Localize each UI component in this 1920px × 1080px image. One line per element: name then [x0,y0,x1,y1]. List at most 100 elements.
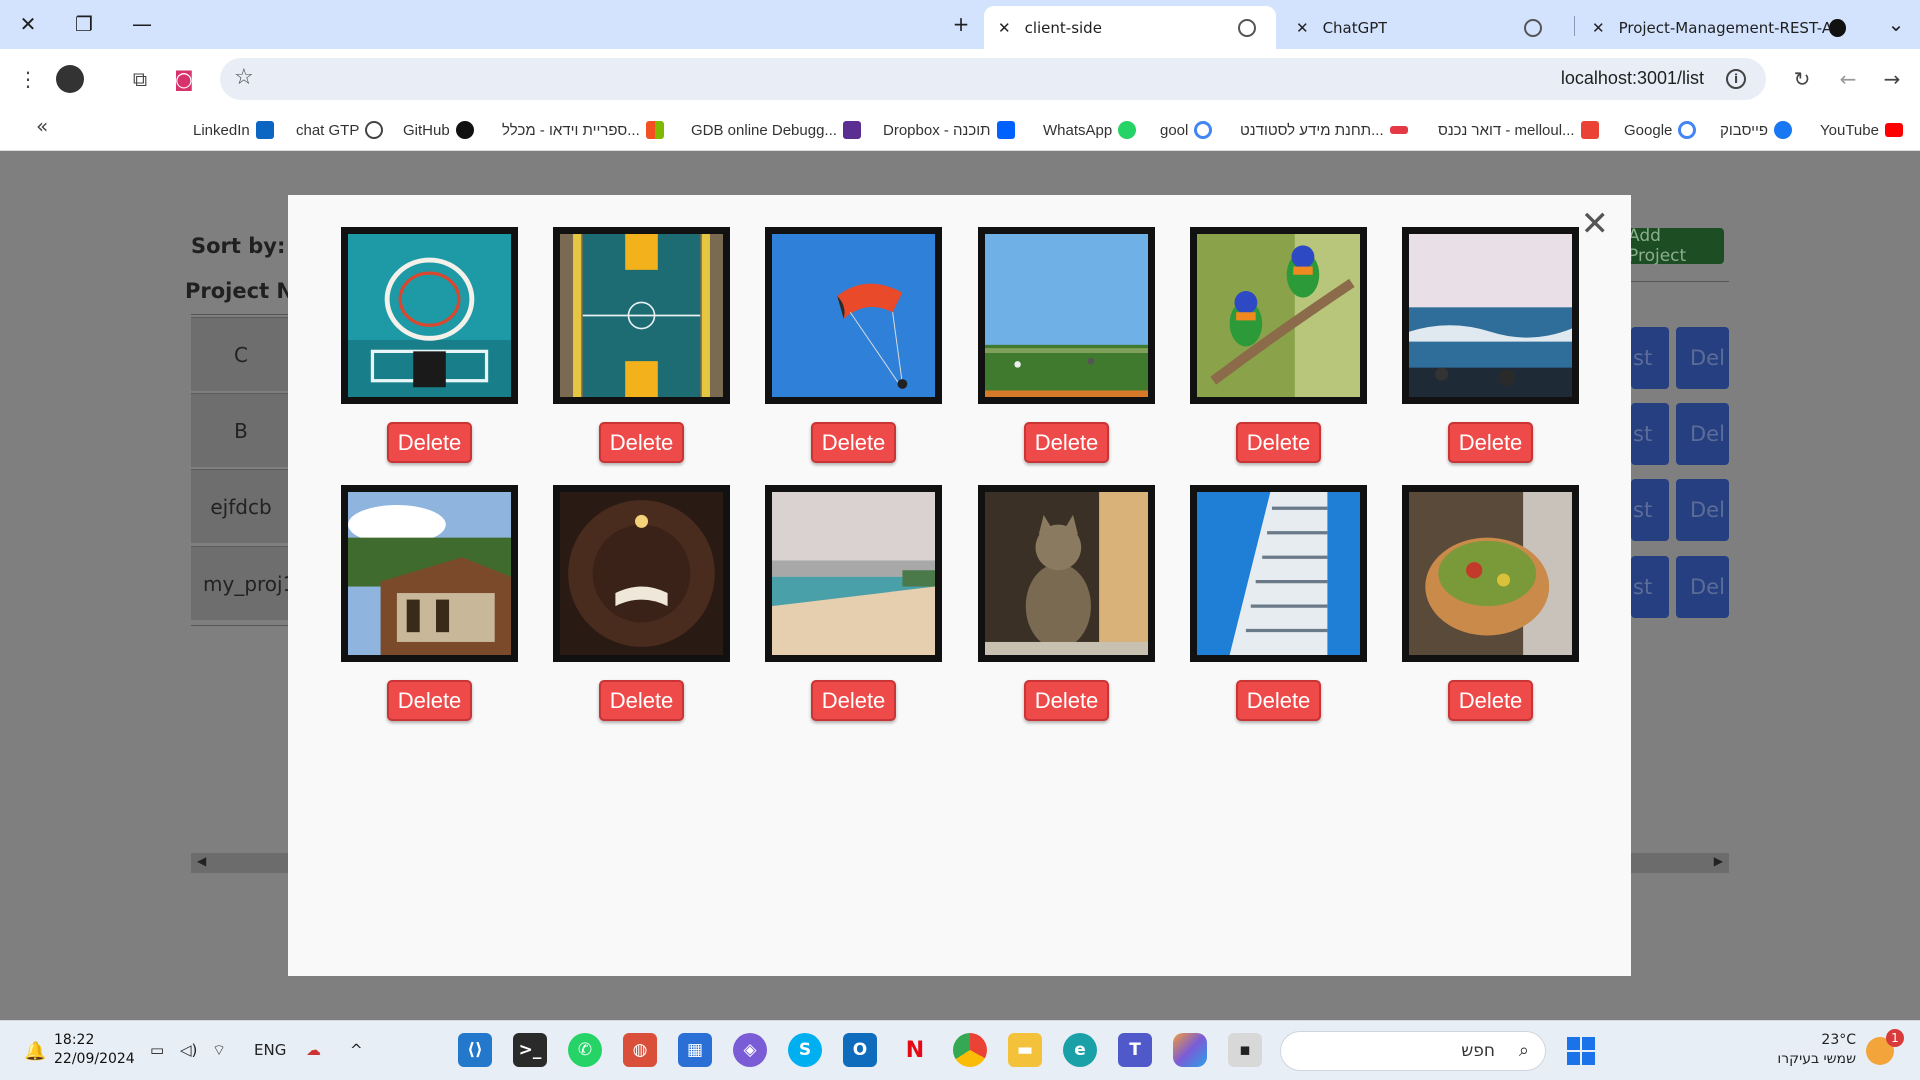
battery-icon[interactable]: ▭ [150,1041,164,1059]
clock[interactable]: 18:22 22/09/2024 [54,1031,135,1069]
delete-image-button[interactable]: Delete [1236,422,1321,463]
tab-separator [1574,16,1575,36]
row-delete-button[interactable]: Del [1676,556,1729,618]
bookmark-gdb[interactable]: GDB online Debugg... [691,117,861,143]
bookmark-student-info[interactable]: תחנת מידע לסטודנט... [1240,117,1408,143]
bookmark-chat-gtp[interactable]: chat GTP [296,117,384,143]
row-delete-button[interactable]: Del [1676,403,1729,465]
pocket-icon[interactable]: ◙ [168,63,200,95]
close-tab-icon[interactable]: ✕ [1296,19,1309,37]
chrome-icon[interactable] [953,1033,987,1067]
bookmark-star-icon[interactable]: ☆ [234,65,254,90]
tab-client-side[interactable]: ✕ client-side [984,6,1276,49]
store-icon[interactable]: ▦ [678,1033,712,1067]
scroll-right-icon[interactable]: ▶ [1714,854,1723,868]
delete-image-button[interactable]: Delete [1448,680,1533,721]
minimize-window-icon[interactable]: — [122,8,162,40]
outlook-icon[interactable]: O [843,1033,877,1067]
bookmark-gool[interactable]: gool [1160,117,1213,143]
row-action-button[interactable]: st [1631,479,1669,541]
scroll-left-icon[interactable]: ◀ [197,854,206,868]
extensions-icon[interactable]: ⧉ [124,63,156,95]
bookmark-dropbox[interactable]: Dropbox - תוכנה [883,117,1015,143]
image-thumbnail[interactable] [765,227,942,404]
restore-window-icon[interactable]: ❐ [64,8,104,40]
delete-image-button[interactable]: Delete [1024,422,1109,463]
tab-search-icon[interactable]: ⌄ [1876,8,1916,40]
taskbar-search[interactable]: חפש ⌕ [1280,1031,1546,1071]
tab-chatgpt[interactable]: ✕ ChatGPT [1282,6,1562,49]
terminal-icon[interactable]: >_ [513,1033,547,1067]
popcorn-icon[interactable]: ◍ [623,1033,657,1067]
delete-image-button[interactable]: Delete [811,680,896,721]
close-tab-icon[interactable]: ✕ [998,19,1011,37]
language-indicator[interactable]: ENG [254,1041,286,1059]
weather-widget[interactable]: 23°C שמשי בעיקרו [1777,1031,1856,1069]
bookmark-whatsapp[interactable]: WhatsApp [1043,117,1137,143]
loop-icon[interactable]: ◈ [733,1033,767,1067]
profile-avatar[interactable] [56,65,84,93]
windows-start-icon[interactable] [1567,1037,1595,1065]
whatsapp-icon[interactable]: ✆ [568,1033,602,1067]
image-thumbnail[interactable] [765,485,942,662]
row-action-button[interactable]: st [1631,403,1669,465]
copilot-icon[interactable] [1173,1033,1207,1067]
bookmark-github[interactable]: GitHub [403,117,474,143]
vscode-icon[interactable]: ⟨⟩ [458,1033,492,1067]
row-action-button[interactable]: st [1631,327,1669,389]
url-text[interactable]: localhost:3001/list [1561,68,1704,89]
delete-image-button[interactable]: Delete [1448,422,1533,463]
image-thumbnail[interactable] [978,227,1155,404]
netflix-icon[interactable]: N [898,1033,932,1067]
close-window-icon[interactable]: ✕ [8,8,48,40]
collapse-sidebar-icon[interactable]: « [36,114,48,138]
delete-image-button[interactable]: Delete [1236,680,1321,721]
divider [191,314,291,315]
bell-icon[interactable]: 🔔 [24,1041,46,1062]
reload-icon[interactable]: ↻ [1786,63,1818,95]
delete-image-button[interactable]: Delete [599,680,684,721]
delete-image-button[interactable]: Delete [811,422,896,463]
window-app-icon[interactable]: ▪ [1228,1033,1262,1067]
onedrive-icon[interactable]: ☁ [306,1041,321,1059]
site-info-icon[interactable]: i [1726,69,1746,89]
image-thumbnail[interactable] [341,227,518,404]
delete-image-button[interactable]: Delete [1024,680,1109,721]
edge-icon[interactable]: e [1063,1033,1097,1067]
close-tab-icon[interactable]: ✕ [1592,19,1605,37]
bookmark-youtube[interactable]: YouTube [1820,117,1903,143]
add-project-button[interactable]: Add Project [1620,226,1724,266]
tab-project-management[interactable]: ✕ Project-Management-REST-API [1582,6,1862,49]
image-thumbnail[interactable] [553,485,730,662]
forward-icon[interactable]: ← [1832,63,1864,95]
bookmark-linkedin[interactable]: LinkedIn [193,117,274,143]
bookmark-gmail[interactable]: דואר נכנס - melloul... [1438,117,1599,143]
image-thumbnail[interactable] [1402,485,1579,662]
back-icon[interactable]: → [1876,63,1908,95]
image-thumbnail[interactable] [1190,227,1367,404]
volume-icon[interactable]: ◁) [180,1041,197,1059]
address-bar[interactable]: ☆ localhost:3001/list i [220,58,1766,100]
teams-icon[interactable]: T [1118,1033,1152,1067]
close-modal-icon[interactable]: ✕ [1581,207,1610,241]
bookmark-google[interactable]: Google [1624,117,1697,143]
chevron-up-icon[interactable]: ^ [350,1041,363,1059]
delete-image-button[interactable]: Delete [387,680,472,721]
row-delete-button[interactable]: Del [1676,327,1729,389]
row-action-button[interactable]: st [1631,556,1669,618]
row-delete-button[interactable]: Del [1676,479,1729,541]
image-thumbnail[interactable] [553,227,730,404]
skype-icon[interactable]: S [788,1033,822,1067]
image-thumbnail[interactable] [978,485,1155,662]
image-thumbnail[interactable] [1402,227,1579,404]
new-tab-icon[interactable]: + [941,8,981,40]
bookmark-facebook[interactable]: פייסבוק [1720,117,1793,143]
delete-image-button[interactable]: Delete [387,422,472,463]
file-explorer-icon[interactable]: ▬ [1008,1033,1042,1067]
wifi-icon[interactable]: ⌔ [212,1041,226,1060]
delete-image-button[interactable]: Delete [599,422,684,463]
image-thumbnail[interactable] [341,485,518,662]
menu-icon[interactable]: ⋮ [12,63,44,95]
image-thumbnail[interactable] [1190,485,1367,662]
bookmark-video-library[interactable]: ספריית וידאו - מכלל... [502,117,664,143]
